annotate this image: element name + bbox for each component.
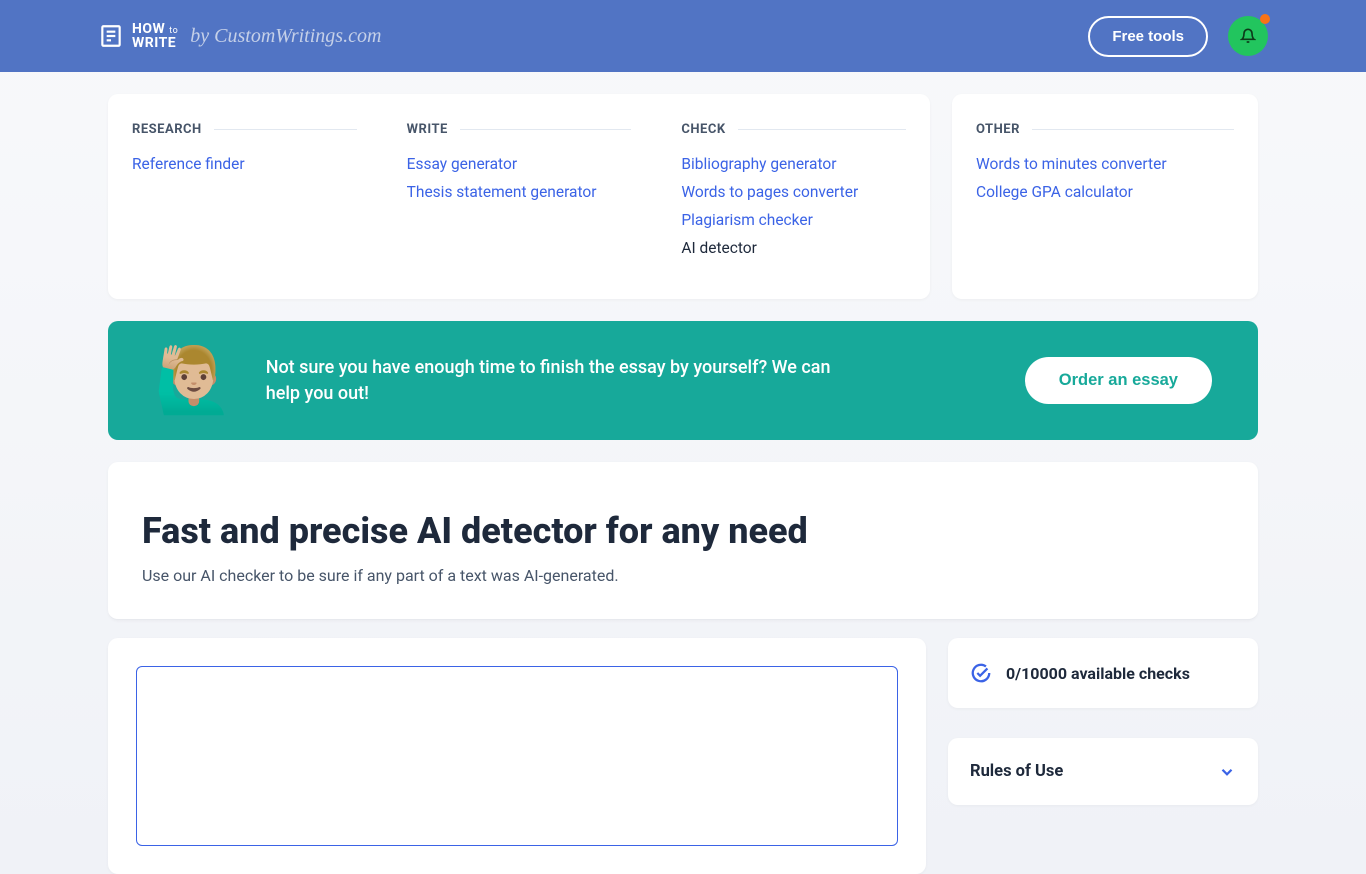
notifications-button[interactable] (1228, 16, 1268, 56)
link-thesis-generator[interactable]: Thesis statement generator (407, 183, 632, 201)
link-words-to-minutes[interactable]: Words to minutes converter (976, 155, 1234, 173)
header: HOW to WRITE by CustomWritings.com Free … (0, 0, 1366, 72)
hero-section: Fast and precise AI detector for any nee… (108, 462, 1258, 620)
free-tools-button[interactable]: Free tools (1088, 16, 1208, 57)
logo[interactable]: HOW to WRITE by CustomWritings.com (98, 22, 381, 50)
category-other: OTHER Words to minutes converter College… (952, 94, 1258, 299)
chevron-down-icon (1218, 763, 1236, 781)
page-subtitle: Use our AI checker to be sure if any par… (142, 566, 1224, 585)
checks-card: 0/10000 available checks (948, 638, 1258, 708)
logo-byline: by CustomWritings.com (190, 25, 381, 48)
check-circle-icon (970, 662, 992, 684)
category-heading: WRITE (407, 122, 632, 137)
cta-banner: 🙋🏼‍♂️ Not sure you have enough time to f… (108, 321, 1258, 440)
logo-text-sub: WRITE (132, 36, 178, 50)
link-words-to-pages[interactable]: Words to pages converter (681, 183, 906, 201)
cta-text: Not sure you have enough time to finish … (266, 355, 846, 405)
categories-main-card: RESEARCH Reference finder WRITE Essay ge… (108, 94, 930, 299)
category-heading: OTHER (976, 122, 1234, 137)
tool-row: 0/10000 available checks Rules of Use (108, 638, 1258, 874)
header-actions: Free tools (1088, 16, 1268, 57)
link-gpa-calculator[interactable]: College GPA calculator (976, 183, 1234, 201)
link-reference-finder[interactable]: Reference finder (132, 155, 357, 173)
category-write: WRITE Essay generator Thesis statement g… (407, 122, 632, 267)
link-bibliography-generator[interactable]: Bibliography generator (681, 155, 906, 173)
side-column: 0/10000 available checks Rules of Use (948, 638, 1258, 874)
page-title: Fast and precise AI detector for any nee… (142, 510, 1224, 552)
categories-grid: RESEARCH Reference finder WRITE Essay ge… (108, 94, 1258, 299)
rules-card[interactable]: Rules of Use (948, 738, 1258, 805)
category-heading: RESEARCH (132, 122, 357, 137)
order-essay-button[interactable]: Order an essay (1025, 357, 1212, 404)
checks-count: 0/10000 available checks (1006, 664, 1190, 683)
category-heading: CHECK (681, 122, 906, 137)
text-input-card (108, 638, 926, 874)
bell-icon (1240, 28, 1256, 44)
rules-title: Rules of Use (970, 762, 1063, 781)
link-ai-detector[interactable]: AI detector (681, 239, 906, 257)
category-research: RESEARCH Reference finder (132, 122, 357, 267)
link-plagiarism-checker[interactable]: Plagiarism checker (681, 211, 906, 229)
document-icon (98, 23, 124, 49)
text-input[interactable] (136, 666, 898, 846)
raising-hand-icon: 🙋🏼‍♂️ (154, 343, 234, 418)
notification-dot (1260, 14, 1270, 24)
link-essay-generator[interactable]: Essay generator (407, 155, 632, 173)
category-check: CHECK Bibliography generator Words to pa… (681, 122, 906, 267)
